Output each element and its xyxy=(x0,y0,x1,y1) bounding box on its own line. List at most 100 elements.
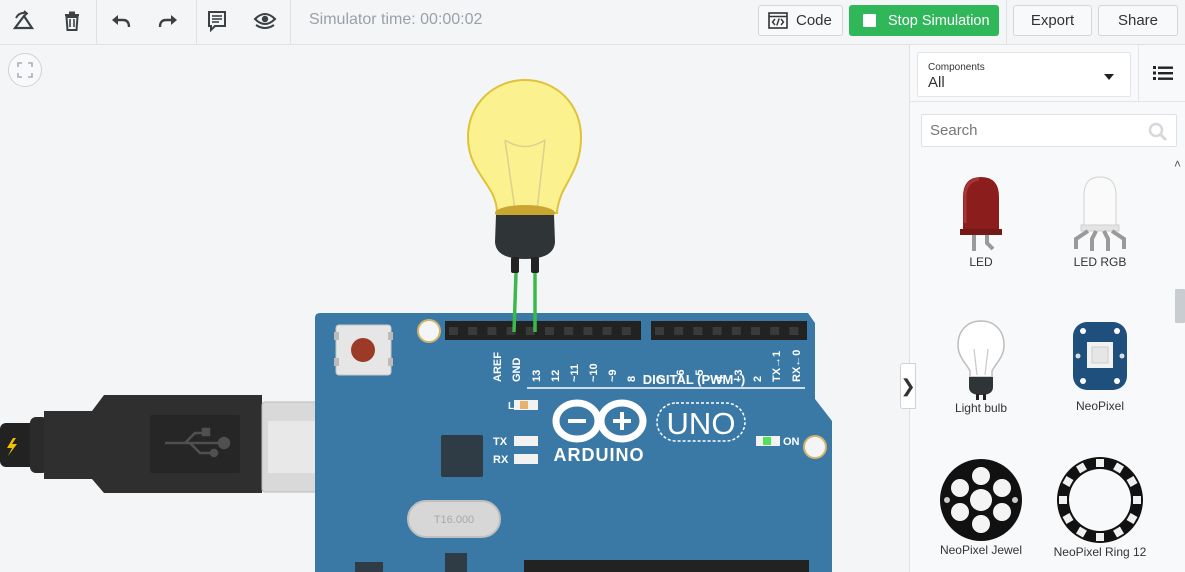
visibility-button[interactable] xyxy=(248,6,282,36)
header-pin[interactable] xyxy=(789,327,799,335)
pin-label: AREF xyxy=(492,352,504,382)
redo-icon xyxy=(158,15,177,28)
pin-label: 2 xyxy=(752,376,764,382)
pin-label: ~3 xyxy=(733,369,745,382)
on-label: ON xyxy=(783,436,800,448)
light-bulb-icon xyxy=(957,320,1005,400)
pin-label: RX←0 xyxy=(791,350,803,382)
stop-simulation-button[interactable]: Stop Simulation xyxy=(849,5,999,36)
rotate-button[interactable] xyxy=(7,6,41,36)
pin-label: ~6 xyxy=(675,369,687,382)
components-filter-dropdown[interactable]: Components All xyxy=(917,52,1131,97)
toolbar-divider xyxy=(290,0,291,44)
header-pin[interactable] xyxy=(731,327,741,335)
delete-button[interactable] xyxy=(55,6,89,36)
search-icon[interactable] xyxy=(1148,122,1168,142)
header-pin[interactable] xyxy=(674,327,684,335)
header-pin[interactable] xyxy=(468,327,478,335)
header-pin[interactable] xyxy=(564,327,574,335)
neopixel-jewel-icon xyxy=(940,459,1022,541)
notes-button[interactable] xyxy=(200,6,234,36)
components-filter-value: All xyxy=(928,74,945,91)
ring-pixel xyxy=(1096,459,1104,467)
pin-label: ~11 xyxy=(569,364,581,382)
stop-simulation-label: Stop Simulation xyxy=(888,12,990,29)
led-rgb-icon xyxy=(1074,176,1126,251)
panel-divider xyxy=(910,101,1185,102)
rotate-icon xyxy=(12,10,35,30)
chevron-right-icon: ❯ xyxy=(900,375,916,396)
component-led[interactable]: LED xyxy=(926,173,1036,269)
rx-label: RX xyxy=(493,454,509,466)
arduino-brand: ARDUINO xyxy=(554,445,645,465)
neopixel-ring-icon xyxy=(1057,457,1143,543)
pin-label: 8 xyxy=(626,376,638,382)
caret-down-icon xyxy=(1104,74,1114,80)
simulator-time: Simulator time: 00:00:02 xyxy=(309,11,483,28)
arduino-uno-board[interactable]: DIGITAL (PWM~) AREF GND 13 12 ~11 ~10 ~9 8 7 ~6 ~5… xyxy=(315,313,832,572)
components-panel: Components All ˄ LED LED RGB xyxy=(909,45,1185,572)
component-neopixel-jewel[interactable]: NeoPixel Jewel xyxy=(926,457,1036,557)
top-toolbar: Simulator time: 00:00:02 Code Stop Simul… xyxy=(0,0,1185,45)
components-filter-label: Components xyxy=(928,62,985,73)
notes-icon xyxy=(208,11,226,32)
led-l-label: L xyxy=(508,401,514,412)
circuit-drawing: DIGITAL (PWM~) AREF GND 13 12 ~11 ~10 ~9 8 7 ~6 ~5… xyxy=(0,78,832,572)
pin-label: ~5 xyxy=(694,369,706,382)
header-pin[interactable] xyxy=(449,327,458,335)
search-input[interactable] xyxy=(922,115,1142,146)
pin-label: 7 xyxy=(656,376,668,382)
component-neopixel[interactable]: NeoPixel xyxy=(1045,319,1155,413)
component-light-bulb[interactable]: Light bulb xyxy=(926,317,1036,415)
header-pin[interactable] xyxy=(655,327,664,335)
circuit-canvas[interactable]: DIGITAL (PWM~) AREF GND 13 12 ~11 ~10 ~9 8 7 ~6 ~5… xyxy=(0,45,909,572)
header-pin[interactable] xyxy=(602,327,612,335)
component-neopixel-name: NeoPixel xyxy=(1075,399,1125,413)
tx-label: TX xyxy=(493,436,508,448)
share-button[interactable]: Share xyxy=(1098,5,1178,36)
panel-scrollbar[interactable]: ˄ xyxy=(1172,157,1185,572)
eye-icon xyxy=(253,13,277,29)
toolbar-divider xyxy=(1006,0,1007,44)
toolbar-divider xyxy=(196,0,197,44)
ring-pixel xyxy=(1096,533,1104,541)
pin-label: GND xyxy=(511,358,523,383)
crystal-label: T16.000 xyxy=(434,514,474,526)
header-pin[interactable] xyxy=(770,327,780,335)
pin-label: ~9 xyxy=(607,369,619,382)
pin-label: 13 xyxy=(531,370,543,382)
header-pin[interactable] xyxy=(545,327,554,335)
export-button[interactable]: Export xyxy=(1013,5,1092,36)
list-view-button[interactable] xyxy=(1138,45,1185,101)
reset-button xyxy=(351,338,375,362)
component-neopixel-ring[interactable]: NeoPixel Ring 12 xyxy=(1045,457,1155,559)
header-pin[interactable] xyxy=(621,327,631,335)
code-button[interactable]: Code xyxy=(758,5,843,36)
redo-button[interactable] xyxy=(151,6,185,36)
header-pin[interactable] xyxy=(487,327,497,335)
undo-icon xyxy=(112,15,131,28)
pin-label: 4 xyxy=(714,375,726,382)
scroll-up-icon[interactable]: ˄ xyxy=(1174,157,1181,171)
component-neopixel-jewel-name: NeoPixel Jewel xyxy=(939,543,1023,557)
panel-collapse-button[interactable]: ❯ xyxy=(900,363,916,409)
code-editor-icon xyxy=(768,12,788,29)
component-led-rgb-name: LED RGB xyxy=(1073,255,1127,269)
pin-label: 12 xyxy=(550,370,562,382)
component-led-name: LED xyxy=(969,255,993,269)
led-icon xyxy=(960,177,1002,251)
component-led-rgb[interactable]: LED RGB xyxy=(1045,173,1155,269)
scroll-thumb[interactable] xyxy=(1175,289,1185,323)
header-pin[interactable] xyxy=(583,327,593,335)
component-neopixel-ring-name: NeoPixel Ring 12 xyxy=(1053,545,1147,559)
header-pin[interactable] xyxy=(712,327,722,335)
toolbar-divider xyxy=(96,0,97,44)
light-bulb-component[interactable] xyxy=(466,78,583,273)
header-pin[interactable] xyxy=(751,327,760,335)
trash-icon xyxy=(65,11,79,31)
uno-model-label: UNO xyxy=(667,406,736,441)
search-box xyxy=(921,114,1177,147)
undo-button[interactable] xyxy=(104,6,138,36)
list-icon xyxy=(1152,66,1173,80)
header-pin[interactable] xyxy=(693,327,703,335)
